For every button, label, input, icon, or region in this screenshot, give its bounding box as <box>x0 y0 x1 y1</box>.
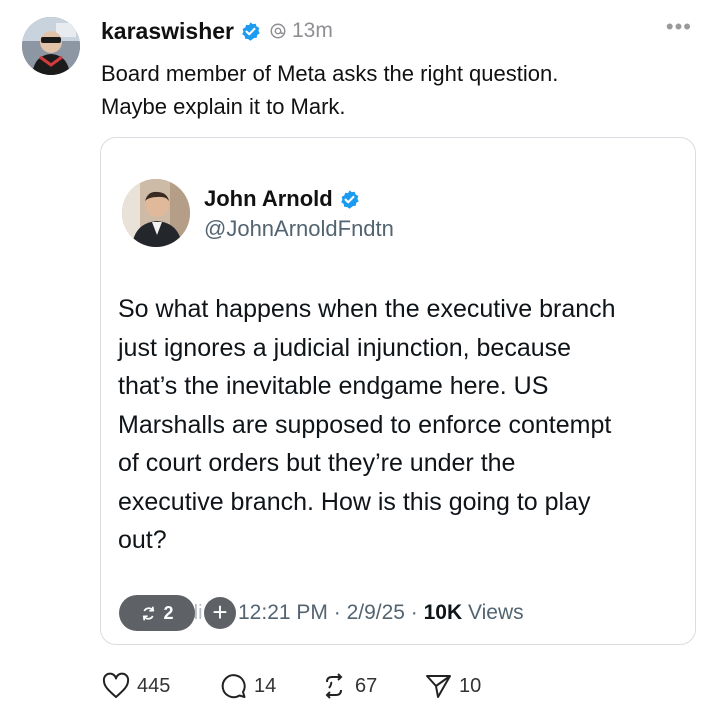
more-icon[interactable]: ••• <box>666 16 692 38</box>
verified-badge-icon <box>242 21 260 41</box>
repost-button[interactable]: 67 <box>319 670 377 702</box>
quoted-post-text: So what happens when the executive branc… <box>118 290 686 560</box>
heart-icon <box>102 672 130 698</box>
views-label: Views <box>468 601 524 624</box>
threads-icon <box>270 23 286 39</box>
post-text-line: Maybe explain it to Mark. <box>101 94 346 119</box>
verified-badge-icon <box>340 189 359 209</box>
share-button[interactable]: 10 <box>423 670 481 702</box>
repost-icon <box>325 673 343 699</box>
quoted-user-avatar[interactable] <box>122 179 190 247</box>
reply-button[interactable]: 14 <box>218 670 276 702</box>
quoted-post-card[interactable]: John Arnold @JohnArnoldFndtn So what hap… <box>100 137 696 645</box>
post-text: Board member of Meta asks the right ques… <box>101 57 691 123</box>
quoted-text-line: Marshalls are supposed to enforce contem… <box>118 410 612 439</box>
reply-icon <box>221 674 246 699</box>
share-icon <box>426 675 451 698</box>
views-count: 10K <box>423 601 463 624</box>
quoted-text-line: executive branch. How is this going to p… <box>118 487 591 516</box>
post-time: 13m <box>291 19 333 42</box>
repost-count-pill[interactable]: 2 <box>119 595 195 631</box>
quoted-time: 12:21 PM <box>238 601 328 624</box>
repost-icon <box>143 606 155 620</box>
quoted-text-line: out? <box>118 526 167 554</box>
like-count: 445 <box>137 674 171 697</box>
threads-post: karaswisher 13m ••• Board member of Meta… <box>0 0 718 720</box>
quoted-stats: 12:21 PM · 2/9/25 · 10K Views <box>238 601 524 625</box>
share-count: 10 <box>459 674 482 697</box>
user-avatar[interactable] <box>22 17 80 75</box>
separator: · <box>333 601 347 624</box>
username[interactable]: karaswisher <box>101 18 234 45</box>
post-header: karaswisher 13m <box>101 16 333 46</box>
post-text-line: Board member of Meta asks the right ques… <box>101 61 559 86</box>
plus-button[interactable]: + <box>204 597 236 629</box>
quoted-name-row: John Arnold <box>204 186 360 212</box>
quoted-handle[interactable]: @JohnArnoldFndtn <box>204 216 394 242</box>
separator: · <box>410 601 424 624</box>
quoted-text-line: of court orders but they’re under the <box>118 449 516 477</box>
like-button[interactable]: 445 <box>101 670 170 702</box>
quoted-meta-row: di 2 + 12:21 PM · 2/9/25 · 10K Views <box>119 595 689 633</box>
quoted-text-line: that’s the inevitable endgame here. US <box>118 372 549 400</box>
quoted-text-line: So what happens when the executive branc… <box>118 295 616 323</box>
repost-count: 67 <box>355 674 378 697</box>
repost-count: 2 <box>163 602 174 623</box>
quoted-text-line: just ignores a judicial injunction, beca… <box>118 333 572 362</box>
quoted-display-name[interactable]: John Arnold <box>204 186 333 212</box>
reply-count: 14 <box>254 674 277 697</box>
quoted-date: 2/9/25 <box>346 601 405 624</box>
